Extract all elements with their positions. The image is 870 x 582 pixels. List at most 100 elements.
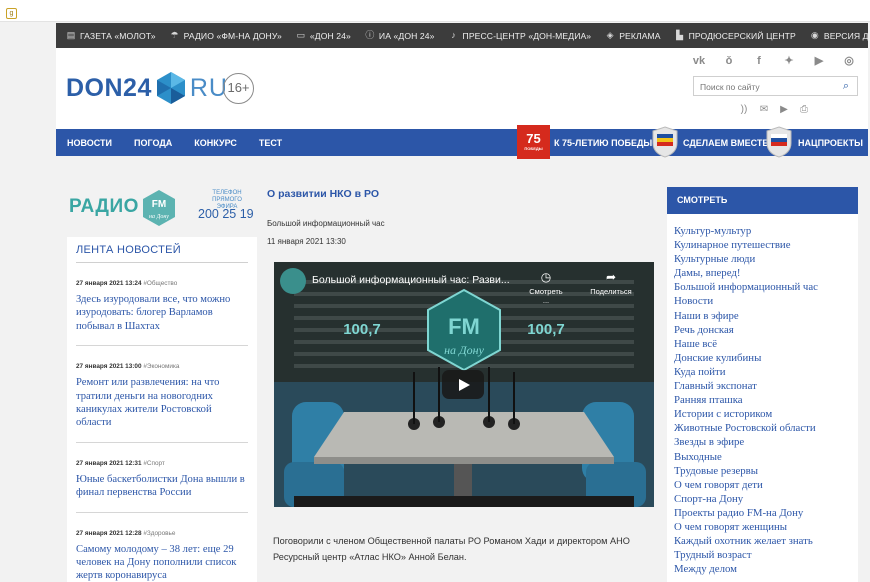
svg-text:FM: FM <box>448 314 480 339</box>
watch-program-link[interactable]: О чем говорят женщины <box>674 520 858 534</box>
video-icon[interactable]: ▶ <box>778 104 790 116</box>
topbar-link-ia-don24[interactable]: ⓘ ИА «ДОН 24» <box>365 31 435 41</box>
radio-banner[interactable]: РАДИО FM на Дону ТЕЛЕФОН ПРЯМОГО ЭФИРА 2… <box>67 186 254 230</box>
nav-item-news[interactable]: НОВОСТИ <box>67 138 112 148</box>
target-icon: ◈ <box>606 30 614 40</box>
svg-text:FM: FM <box>152 199 166 210</box>
watch-program-link[interactable]: Речь донская <box>674 323 858 337</box>
tv-icon: ▭ <box>296 30 306 40</box>
logo-hexagon-icon <box>156 72 185 104</box>
mail-icon[interactable]: ✉ <box>758 104 770 116</box>
watch-program-link[interactable]: Большой информационный час <box>674 280 858 294</box>
watch-program-link[interactable]: Истории с историком <box>674 407 858 421</box>
article: О развитии НКО в РО Большой информационн… <box>257 170 661 582</box>
nav-victory-link[interactable]: К 75-ЛЕТИЮ ПОБЕДЫ <box>554 129 652 156</box>
watch-program-link[interactable]: Животные Ростовской области <box>674 421 858 435</box>
watch-program-link[interactable]: Звезды в эфире <box>674 435 858 449</box>
watch-program-link[interactable]: Каждый охотник желает знать <box>674 534 858 548</box>
live-phone-number[interactable]: 200 25 19 <box>198 207 254 221</box>
feed-links: )) ✉ ▶ ⎙ <box>730 104 810 116</box>
rss-icon[interactable]: )) <box>738 104 750 116</box>
watch-program-link[interactable]: Трудовые резервы <box>674 464 858 478</box>
tab-favicon-icon[interactable]: g <box>6 8 17 19</box>
watch-later-button[interactable]: ◷ Смотреть ... <box>526 270 566 305</box>
russia-flag-shield-icon[interactable] <box>766 126 792 158</box>
instagram-icon[interactable]: ◎ <box>842 54 856 68</box>
browser-tab-strip: g <box>0 0 870 22</box>
watch-program-link[interactable]: Ранняя пташка <box>674 393 858 407</box>
nav-together-link[interactable]: СДЕЛАЕМ ВМЕСТЕ <box>683 129 768 156</box>
article-program[interactable]: Большой информационный час <box>267 219 385 228</box>
topbar-link-press-center[interactable]: ♪ ПРЕСС-ЦЕНТР «ДОН-МЕДИА» <box>449 31 592 41</box>
watch-program-link[interactable]: Куда пойти <box>674 365 858 379</box>
victory-75-badge[interactable]: 75 ПОБЕДЫ <box>517 125 550 159</box>
watch-program-link[interactable]: Спорт-на Дону <box>674 492 858 506</box>
news-headline-link[interactable]: Ремонт или развлечения: на что тратили д… <box>76 376 248 430</box>
news-date: 27 января 2021 12:28 <box>76 529 142 537</box>
news-category[interactable]: #Здоровье <box>143 530 175 537</box>
article-date: 11 января 2021 13:30 <box>267 237 346 246</box>
watch-program-link[interactable]: Дамы, вперед! <box>674 266 858 280</box>
svg-text:100,7: 100,7 <box>343 321 381 338</box>
topbar-link-molot[interactable]: ▤ ГАЗЕТА «МОЛОТ» <box>66 31 156 41</box>
search-input[interactable] <box>700 80 835 93</box>
watch-program-link[interactable]: Трудный возраст <box>674 548 858 562</box>
watch-program-link[interactable]: Выходные <box>674 450 858 464</box>
watch-program-link[interactable]: Новости <box>674 294 858 308</box>
vk-icon[interactable]: vk <box>692 54 706 68</box>
news-category[interactable]: #Общество <box>143 280 177 287</box>
video-player[interactable]: FM на Дону 100,7 100,7 Большой информаци… <box>274 262 654 507</box>
svg-text:на Дону: на Дону <box>444 343 485 357</box>
news-headline-link[interactable]: Юные баскетболистки Дона вышли в финал п… <box>76 473 248 500</box>
page: g ▤ ГАЗЕТА «МОЛОТ» ☂ РАДИО «ФМ-НА ДОНУ» ▭ «… <box>0 0 870 582</box>
youtube-icon[interactable]: ▶ <box>812 54 826 68</box>
odnoklassniki-icon[interactable]: ǒ <box>722 54 736 68</box>
watch-programs-list: Культур-мультур Кулинарное путешествие Кул… <box>667 214 858 576</box>
topbar-link-radio[interactable]: ☂ РАДИО «ФМ-НА ДОНУ» <box>170 31 282 41</box>
newspaper-icon: ▤ <box>66 30 76 40</box>
watch-program-link[interactable]: Главный экспонат <box>674 379 858 393</box>
watch-program-link[interactable]: Наши в эфире <box>674 309 858 323</box>
watch-sidebar-title: СМОТРЕТЬ <box>667 187 858 214</box>
logo-text: DON24 <box>66 73 152 102</box>
watch-program-link[interactable]: Кулинарное путешествие <box>674 238 858 252</box>
nav-item-contest[interactable]: КОНКУРС <box>194 138 237 148</box>
site-logo[interactable]: DON24 RU <box>66 68 228 108</box>
watch-program-link[interactable]: Наше всё <box>674 337 858 351</box>
nav-item-test[interactable]: ТЕСТ <box>259 138 282 148</box>
print-icon[interactable]: ⎙ <box>798 104 810 116</box>
watch-program-link[interactable]: Между делом <box>674 562 858 576</box>
rostov-region-shield-icon[interactable] <box>652 126 678 158</box>
play-button[interactable] <box>442 370 484 399</box>
topbar-link-producer-center[interactable]: ▙ ПРОДЮСЕРСКИЙ ЦЕНТР <box>675 31 796 41</box>
watch-program-link[interactable]: Культур-мультур <box>674 224 858 238</box>
watch-program-link[interactable]: Донские кулибины <box>674 351 858 365</box>
article-title: О развитии НКО в РО <box>267 188 380 200</box>
search-icon[interactable]: ⌕ <box>839 79 853 93</box>
clock-icon: ◷ <box>540 270 552 284</box>
watch-program-link[interactable]: О чем говорят дети <box>674 478 858 492</box>
news-category[interactable]: #Экономика <box>143 363 179 370</box>
news-headline-link[interactable]: Здесь изуродовали все, что можно изуродо… <box>76 293 248 333</box>
top-media-bar: ▤ ГАЗЕТА «МОЛОТ» ☂ РАДИО «ФМ-НА ДОНУ» ▭ «ДО… <box>56 23 870 48</box>
news-headline-link[interactable]: Самому молодому – 38 лет: еще 29 человек… <box>76 543 248 582</box>
radio-title: РАДИО <box>69 196 139 217</box>
facebook-icon[interactable]: f <box>752 54 766 68</box>
nav-menu: НОВОСТИ ПОГОДА КОНКУРС ТЕСТ <box>56 129 293 156</box>
video-title[interactable]: Большой информационный час: Разви... <box>312 274 510 286</box>
watch-program-link[interactable]: Культурные люди <box>674 252 858 266</box>
watch-program-link[interactable]: Проекты радио FM-на Дону <box>674 506 858 520</box>
share-button[interactable]: ➦ Поделиться <box>586 270 636 296</box>
nav-national-projects-link[interactable]: НАЦПРОЕКТЫ <box>798 129 863 156</box>
news-category[interactable]: #Спорт <box>143 460 165 467</box>
news-item: 27 января 2021 13:24 #Общество Здесь изу… <box>76 263 248 347</box>
topbar-link-don24-tv[interactable]: ▭ «ДОН 24» <box>296 31 351 41</box>
accessibility-version-link[interactable]: ◉ВЕРСИЯ ДЛЯ СЛАБОВИДЯЩИХ <box>810 31 870 41</box>
twitter-icon[interactable]: ✦ <box>782 54 796 68</box>
topbar-link-advertising[interactable]: ◈ РЕКЛАМА <box>605 30 661 41</box>
nav-item-weather[interactable]: ПОГОДА <box>134 138 172 148</box>
channel-avatar[interactable] <box>280 268 306 294</box>
main-navigation: НОВОСТИ ПОГОДА КОНКУРС ТЕСТ 75 ПОБЕДЫ К 7… <box>56 125 868 159</box>
article-body: Поговорили с членом Общественной палаты … <box>273 536 630 562</box>
microphone-icon: ♪ <box>451 30 456 40</box>
